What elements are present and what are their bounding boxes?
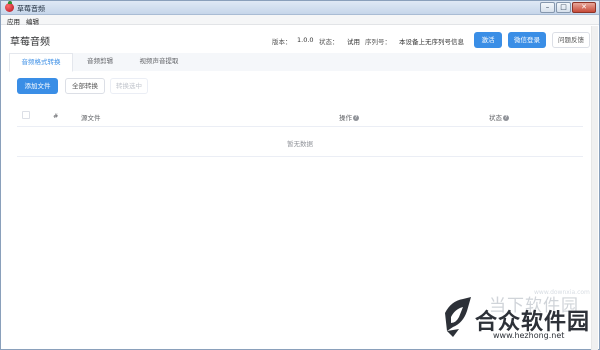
convert-selected-button[interactable]: 转换选中	[110, 78, 148, 94]
menu-app[interactable]: 应用	[7, 16, 20, 26]
wechat-login-button[interactable]: 微信登录	[508, 32, 546, 48]
title-bar[interactable]: 草莓音频 – □ ✕	[1, 1, 599, 15]
close-button[interactable]: ✕	[572, 2, 596, 13]
column-index: #	[53, 112, 59, 120]
window-controls: – □ ✕	[540, 2, 596, 13]
column-status: 状态?	[489, 112, 509, 122]
watermark-logo	[445, 297, 471, 337]
column-source-file: 源文件	[81, 114, 101, 122]
status-value: 试用	[347, 38, 360, 46]
add-file-button[interactable]: 添加文件	[17, 78, 58, 94]
app-window: 草莓音频 – □ ✕ 应用 编辑 草莓音频 版本： 1.0.0 状态： 试用 序…	[0, 0, 600, 350]
menu-edit[interactable]: 编辑	[26, 16, 39, 26]
table-empty-row: 暂无数据	[17, 128, 583, 157]
table-header: # 源文件 操作? 状态?	[17, 105, 583, 127]
watermark-url: www.hezhong.net	[493, 331, 565, 340]
version-label: 版本：	[272, 38, 292, 46]
select-all-checkbox[interactable]	[22, 111, 30, 119]
version-value: 1.0.0	[297, 36, 314, 44]
tab-audio-edit[interactable]: 音频剪辑	[75, 53, 125, 71]
column-action: 操作?	[339, 112, 359, 122]
tab-bar: 音频格式转换 音频剪辑 视频声音提取	[9, 53, 591, 72]
empty-text: 暂无数据	[287, 140, 313, 148]
tab-audio-format-convert[interactable]: 音频格式转换	[9, 53, 73, 72]
help-icon[interactable]: ?	[353, 115, 359, 121]
window-title: 草莓音频	[17, 5, 45, 13]
activate-button[interactable]: 激活	[474, 32, 502, 48]
maximize-button[interactable]: □	[556, 2, 571, 13]
tab-video-audio-extract[interactable]: 视频声音提取	[127, 53, 191, 71]
menu-bar: 应用 编辑	[1, 15, 599, 26]
strawberry-icon	[5, 1, 14, 12]
serial-value: 本设备上无序列号信息	[399, 38, 464, 46]
help-icon[interactable]: ?	[503, 115, 509, 121]
column-status-label: 状态	[489, 114, 502, 122]
app-header: 草莓音频 版本： 1.0.0 状态： 试用 序列号： 本设备上无序列号信息 激活…	[1, 26, 599, 52]
column-action-label: 操作	[339, 114, 352, 122]
minimize-button[interactable]: –	[540, 2, 555, 13]
feedback-button[interactable]: 问题反馈	[552, 32, 590, 48]
watermark: www.downxia.com 当下软件园 合众软件园 www.hezhong.…	[441, 289, 600, 350]
status-label: 状态：	[319, 38, 339, 46]
convert-all-button[interactable]: 全部转换	[65, 78, 105, 94]
serial-label: 序列号：	[365, 38, 391, 46]
app-title: 草莓音频	[10, 37, 50, 48]
